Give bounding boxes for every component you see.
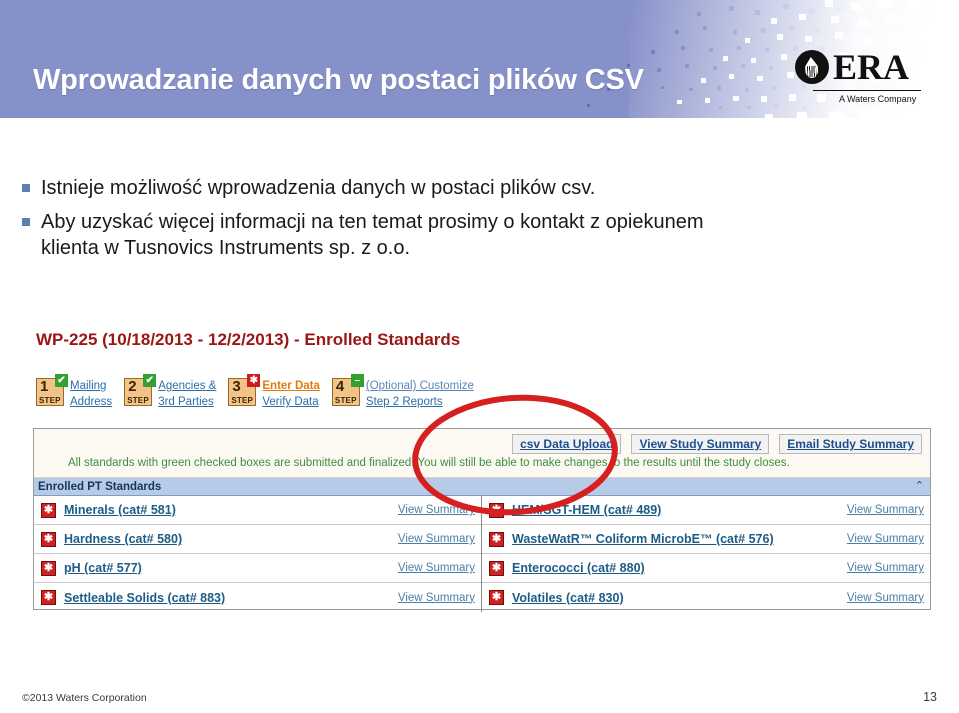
enrolled-standards-panel: csv Data Upload View Study Summary Email… <box>33 428 931 612</box>
step-label-line2[interactable]: 3rd Parties <box>158 394 216 410</box>
step-1[interactable]: 1 STEP ✔ Mailing Address <box>36 374 112 410</box>
asterisk-checkbox-icon[interactable]: ✱ <box>489 590 504 605</box>
step-number: 2 <box>128 378 137 395</box>
logo-divider <box>813 90 921 91</box>
asterisk-checkbox-icon[interactable]: ✱ <box>489 502 504 518</box>
era-logo: ERA A Waters Company <box>795 48 925 110</box>
step-badge-box-4: 4 STEP – <box>331 374 364 406</box>
bullet-square-icon <box>22 217 30 226</box>
panel-title: Enrolled PT Standards <box>38 480 162 493</box>
view-study-summary-button[interactable]: View Study Summary <box>631 434 770 454</box>
bullet-text: Istnieje możliwość wprowadzenia danych w… <box>41 177 596 199</box>
asterisk-checkbox-icon[interactable]: ✱ <box>41 502 56 518</box>
step-number: 4 <box>335 378 345 395</box>
bullet-list: Istnieje możliwość wprowadzenia danych w… <box>22 175 742 269</box>
view-summary-link[interactable]: View Summary <box>847 533 924 545</box>
era-wordmark: ERA <box>833 47 910 87</box>
table-row[interactable]: ✱ WasteWatR™ Coliform MicrobE™ (cat# 576… <box>482 525 930 554</box>
standard-link[interactable]: Enterococci (cat# 880) <box>512 561 645 575</box>
step-number: 1 <box>40 378 49 395</box>
step-word: STEP <box>334 396 357 405</box>
check-icon: ✔ <box>143 374 157 387</box>
table-row[interactable]: ✱ Volatiles (cat# 830) View Summary <box>482 583 930 612</box>
panel-action-area: csv Data Upload View Study Summary Email… <box>34 429 930 478</box>
csv-data-upload-button[interactable]: csv Data Upload <box>512 434 622 454</box>
asterisk-checkbox-icon[interactable]: ✱ <box>489 531 504 547</box>
step-word: STEP <box>127 396 149 405</box>
step-badge-box-2: 2 STEP ✔ <box>124 374 157 406</box>
minus-icon: – <box>350 374 364 387</box>
page-number: 13 <box>923 690 937 704</box>
step-label-line1[interactable]: Enter Data <box>262 378 320 394</box>
view-summary-link[interactable]: View Summary <box>847 592 924 604</box>
logo-tagline: A Waters Company <box>839 94 917 104</box>
standard-link[interactable]: HEM/SGT-HEM (cat# 489) <box>512 503 661 517</box>
list-item: Aby uzyskać więcej informacji na ten tem… <box>22 209 742 262</box>
list-item: Istnieje możliwość wprowadzenia danych w… <box>22 175 742 202</box>
bullet-text: Aby uzyskać więcej informacji na ten tem… <box>41 210 704 260</box>
table-row[interactable]: ✱ Hardness (cat# 580) View Summary <box>34 525 481 554</box>
email-study-summary-button[interactable]: Email Study Summary <box>779 434 922 454</box>
step-label-line2[interactable]: Verify Data <box>262 394 320 410</box>
bullet-square-icon <box>22 184 30 192</box>
step-number: 3 <box>232 378 241 395</box>
panel-header-bar[interactable]: Enrolled PT Standards ⌃ <box>34 478 930 496</box>
step-badge-box-3: 3 STEP ✱ <box>228 374 261 406</box>
view-summary-link[interactable]: View Summary <box>398 592 475 604</box>
standard-link[interactable]: Minerals (cat# 581) <box>64 503 176 517</box>
standard-link[interactable]: Volatiles (cat# 830) <box>512 591 624 605</box>
asterisk-checkbox-icon[interactable]: ✱ <box>489 560 504 576</box>
standard-link[interactable]: Hardness (cat# 580) <box>64 532 182 546</box>
asterisk-checkbox-icon[interactable]: ✱ <box>41 531 56 547</box>
study-title: WP-225 (10/18/2013 - 12/2/2013) - Enroll… <box>36 330 461 349</box>
step-label-line1[interactable]: Agencies & <box>158 378 216 394</box>
step-3[interactable]: 3 STEP ✱ Enter Data Verify Data <box>228 374 320 410</box>
embedded-screenshot: WP-225 (10/18/2013 - 12/2/2013) - Enroll… <box>33 330 931 612</box>
view-summary-link[interactable]: View Summary <box>398 533 475 545</box>
view-summary-link[interactable]: View Summary <box>398 562 475 574</box>
step-badge-box-1: 1 STEP ✔ <box>36 374 68 406</box>
step-word: STEP <box>231 396 254 405</box>
table-row[interactable]: ✱ pH (cat# 577) View Summary <box>34 554 481 583</box>
standards-column-right: ✱ HEM/SGT-HEM (cat# 489) View Summary ✱ … <box>482 496 930 612</box>
asterisk-checkbox-icon[interactable]: ✱ <box>41 590 56 605</box>
view-summary-link[interactable]: View Summary <box>398 504 475 516</box>
view-summary-link[interactable]: View Summary <box>847 504 924 516</box>
copyright-text: ©2013 Waters Corporation <box>22 692 147 704</box>
chevron-up-icon[interactable]: ⌃ <box>915 479 924 493</box>
standards-column-left: ✱ Minerals (cat# 581) View Summary ✱ Har… <box>34 496 482 612</box>
water-drop-icon <box>804 57 818 79</box>
table-row[interactable]: ✱ Settleable Solids (cat# 883) View Summ… <box>34 583 481 612</box>
standards-grid: ✱ Minerals (cat# 581) View Summary ✱ Har… <box>34 496 930 612</box>
asterisk-icon: ✱ <box>247 374 261 387</box>
standard-link[interactable]: WasteWatR™ Coliform MicrobE™ (cat# 576) <box>512 532 774 546</box>
step-2[interactable]: 2 STEP ✔ Agencies & 3rd Parties <box>124 374 216 410</box>
standard-link[interactable]: Settleable Solids (cat# 883) <box>64 591 225 605</box>
table-row[interactable]: ✱ HEM/SGT-HEM (cat# 489) View Summary <box>482 496 930 525</box>
step-label-line2[interactable]: Address <box>70 394 112 410</box>
step-word: STEP <box>39 396 61 405</box>
table-row[interactable]: ✱ Minerals (cat# 581) View Summary <box>34 496 481 525</box>
step-label-line1[interactable]: (Optional) Customize <box>366 378 474 394</box>
page-title: Wprowadzanie danych w postaci plików CSV <box>33 64 644 96</box>
table-row[interactable]: ✱ Enterococci (cat# 880) View Summary <box>482 554 930 583</box>
step-4[interactable]: 4 STEP – (Optional) Customize Step 2 Rep… <box>331 374 474 410</box>
standard-link[interactable]: pH (cat# 577) <box>64 561 142 575</box>
asterisk-checkbox-icon[interactable]: ✱ <box>41 560 56 576</box>
status-note: All standards with green checked boxes a… <box>68 457 790 469</box>
step-label-line1[interactable]: Mailing <box>70 378 112 394</box>
step-wizard: 1 STEP ✔ Mailing Address 2 STEP ✔ Agenci… <box>36 374 486 410</box>
era-circle-icon <box>795 50 829 84</box>
action-button-group: csv Data Upload View Study Summary Email… <box>512 434 922 454</box>
check-icon: ✔ <box>55 374 68 387</box>
step-label-line2[interactable]: Step 2 Reports <box>366 394 474 410</box>
view-summary-link[interactable]: View Summary <box>847 562 924 574</box>
